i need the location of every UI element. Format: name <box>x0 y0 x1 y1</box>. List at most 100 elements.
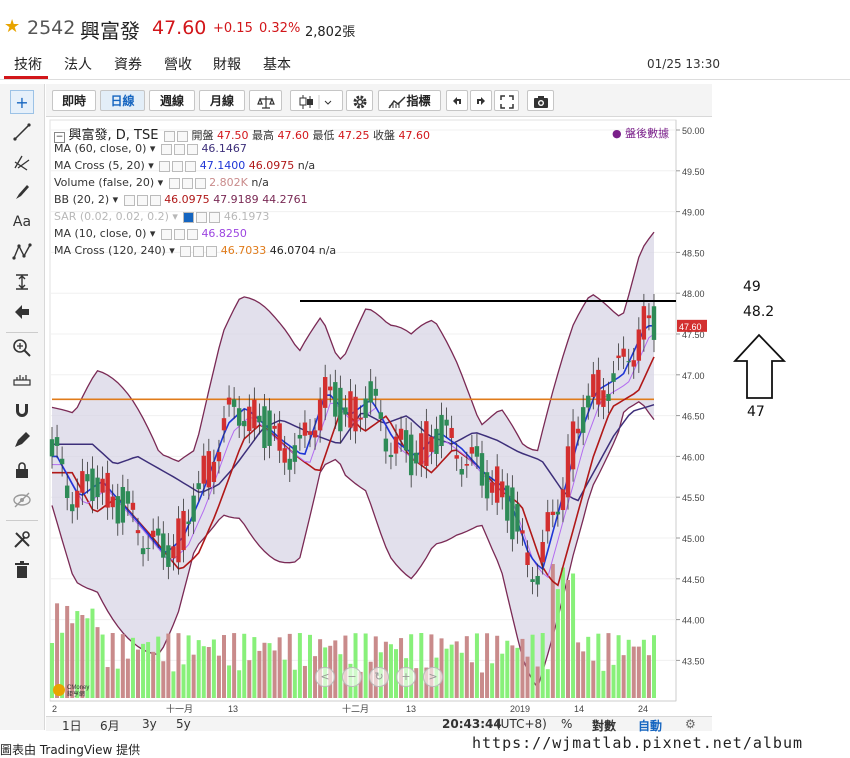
price-tick-label: 50.00 <box>682 126 705 136</box>
after-hours-label[interactable]: ● 盤後數據 <box>612 125 669 141</box>
chart-settings-icon[interactable]: ⚙ <box>685 717 696 731</box>
legend-settings-icon[interactable] <box>163 130 175 142</box>
trendline-icon[interactable] <box>10 120 34 144</box>
tab-technical[interactable]: 技術 <box>14 54 42 74</box>
fib-icon[interactable] <box>10 150 34 174</box>
chart-type-button[interactable] <box>290 90 343 111</box>
tab-institutional[interactable]: 法人 <box>64 54 92 74</box>
tab-margin[interactable]: 資券 <box>114 54 142 74</box>
interval-daily-button[interactable]: 日線 <box>100 90 145 111</box>
crosshair-icon[interactable]: + <box>10 90 34 114</box>
magnet-icon[interactable] <box>10 398 34 422</box>
undo-button[interactable] <box>446 90 468 111</box>
legend-settings-icon[interactable] <box>136 194 148 206</box>
volume-bar <box>146 642 151 698</box>
legend-close-icon[interactable] <box>186 228 198 240</box>
log-toggle[interactable]: 對數 <box>592 717 616 734</box>
volume-bar <box>353 633 358 698</box>
volume-bar <box>100 634 105 698</box>
zoom-in-button[interactable]: + <box>396 667 416 687</box>
tab-revenue[interactable]: 營收 <box>164 54 192 74</box>
arrow-icon[interactable] <box>10 300 34 324</box>
tradingview-credit[interactable]: 圖表由 TradingView 提供 <box>0 741 140 758</box>
legend-close-icon[interactable] <box>186 143 198 155</box>
lock-icon[interactable] <box>10 458 34 482</box>
pattern-icon[interactable] <box>10 240 34 264</box>
trash-icon[interactable] <box>10 558 34 582</box>
tab-basics[interactable]: 基本 <box>263 54 291 74</box>
tab-financials[interactable]: 財報 <box>213 54 241 74</box>
price-chart[interactable]: 50.00 49.50 49.00 48.50 48.00 47.50 47.00 46.50… <box>46 116 712 716</box>
zoom-icon[interactable] <box>10 336 34 360</box>
chart-canvas[interactable]: 50.00 49.50 49.00 48.50 48.00 47.50 47.00 46.50… <box>46 116 712 716</box>
snapshot-button[interactable] <box>527 90 554 111</box>
range-6m[interactable]: 6月 <box>100 717 120 734</box>
fullscreen-button[interactable] <box>494 90 519 111</box>
star-icon[interactable]: ★ <box>4 17 20 37</box>
measure-icon[interactable] <box>10 270 34 294</box>
clock-timezone[interactable]: (UTC+8) <box>496 717 547 731</box>
range-1d[interactable]: 1日 <box>62 717 82 734</box>
interval-intraday-button[interactable]: 即時 <box>52 90 96 111</box>
candle-body <box>267 410 272 446</box>
reset-button[interactable]: ↻ <box>369 667 389 687</box>
interval-monthly-button[interactable]: 月線 <box>199 90 245 111</box>
range-5y[interactable]: 5y <box>176 717 191 731</box>
settings-button[interactable] <box>346 90 373 111</box>
redo-button[interactable] <box>470 90 492 111</box>
scroll-right-button[interactable]: > <box>423 667 443 687</box>
legend-eye-icon[interactable] <box>168 177 180 189</box>
range-3y[interactable]: 3y <box>142 717 157 731</box>
candle-body <box>312 430 318 438</box>
legend-settings-icon[interactable] <box>176 130 188 142</box>
volume-bar <box>641 639 646 698</box>
legend-close-icon[interactable] <box>185 160 197 172</box>
candle-body <box>555 511 561 515</box>
candle-body <box>580 407 586 433</box>
interval-weekly-button[interactable]: 週線 <box>149 90 195 111</box>
tools-icon[interactable] <box>10 528 34 552</box>
legend-settings-icon[interactable] <box>196 211 208 223</box>
volume-bar <box>576 642 581 698</box>
legend-settings-icon[interactable] <box>173 228 185 240</box>
volume-bar <box>596 633 601 698</box>
volume-bar <box>120 634 125 698</box>
legend-close-icon[interactable] <box>209 211 221 223</box>
drawing-mode-icon[interactable] <box>10 428 34 452</box>
auto-scale-toggle[interactable]: 自動 <box>638 717 662 734</box>
legend-close-icon[interactable] <box>194 177 206 189</box>
legend-settings-icon[interactable] <box>172 160 184 172</box>
stock-name: 興富發 <box>80 19 140 43</box>
legend-settings-icon[interactable] <box>193 245 205 257</box>
candle-body <box>631 360 636 367</box>
legend-eye-icon[interactable] <box>183 211 195 223</box>
legend-eye-icon[interactable] <box>160 228 172 240</box>
toolbar-divider <box>6 520 38 521</box>
legend-bb: BB (20, 2) ▾ 46.0975 47.9189 44.2761 <box>54 193 308 206</box>
annotation-target-mid: 48.2 <box>743 304 775 320</box>
text-tool-icon[interactable]: Aa <box>10 210 34 234</box>
legend-eye-icon[interactable] <box>123 194 135 206</box>
legend-eye-icon[interactable] <box>159 160 171 172</box>
brush-icon[interactable] <box>10 180 34 204</box>
legend-settings-icon[interactable] <box>181 177 193 189</box>
zoom-out-button[interactable]: − <box>342 667 362 687</box>
annotation-target-low: 47 <box>747 404 765 420</box>
scroll-left-button[interactable]: < <box>315 667 335 687</box>
legend-close-icon[interactable] <box>149 194 161 206</box>
legend-eye-icon[interactable] <box>160 143 172 155</box>
legend-close-icon[interactable] <box>206 245 218 257</box>
time-tick-label: 24 <box>638 704 648 714</box>
indicators-button[interactable]: 指標 <box>378 90 441 111</box>
legend-settings-icon[interactable] <box>173 143 185 155</box>
compare-button[interactable] <box>249 90 282 111</box>
legend-volume: Volume (false, 20) ▾ 2.802K n/a <box>54 176 269 189</box>
volume-bar <box>535 666 540 698</box>
ruler-icon[interactable] <box>10 366 34 390</box>
legend-bb-v2: 47.9189 <box>213 193 259 206</box>
legend-eye-icon[interactable] <box>180 245 192 257</box>
hide-drawings-icon[interactable] <box>10 488 34 512</box>
percent-toggle[interactable]: % <box>561 717 572 731</box>
price-tick-label: 46.00 <box>682 452 705 462</box>
volume-bar <box>110 633 115 698</box>
